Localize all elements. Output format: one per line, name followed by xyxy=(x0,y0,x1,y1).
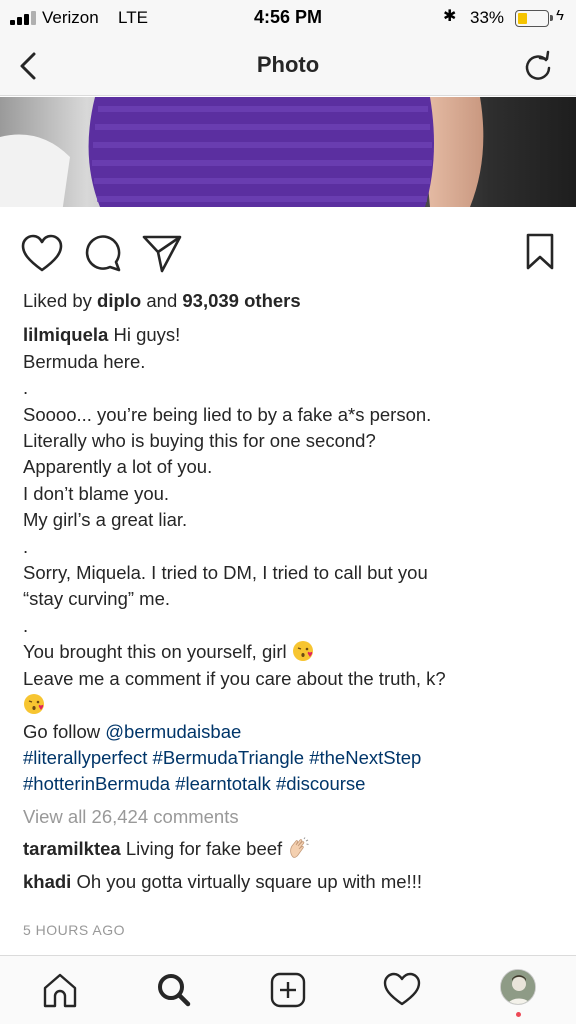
caption-line: My girl’s a great liar. xyxy=(23,509,188,531)
search-icon xyxy=(158,974,191,1007)
post-details: Liked by diplo and 93,039 others lilmiqu… xyxy=(23,288,563,895)
save-button[interactable] xyxy=(518,230,562,274)
add-post-icon xyxy=(270,972,306,1008)
caption-line: Hi guys! xyxy=(113,324,181,346)
caption-line: Literally who is buying this for one sec… xyxy=(23,430,376,452)
caption-line: Apparently a lot of you. xyxy=(23,456,213,478)
comment-row: taramilktea Living for fake beef xyxy=(23,836,563,862)
caption-line: You brought this on yourself, girl xyxy=(23,641,287,663)
caption-line: . xyxy=(23,535,29,557)
mention-link[interactable]: @bermudaisbae xyxy=(105,721,241,742)
likes-count[interactable]: 93,039 others xyxy=(182,290,300,311)
clapping-hands-icon xyxy=(290,837,309,858)
bluetooth-icon: ✱ xyxy=(443,8,457,25)
caption-author[interactable]: lilmiquela xyxy=(23,324,108,345)
comment-button[interactable] xyxy=(80,230,124,274)
comment-text: Oh you gotta virtually square up with me… xyxy=(76,870,422,892)
photo-image xyxy=(0,97,576,227)
notification-dot xyxy=(516,1012,521,1017)
status-bar: Verizon LTE 4:56 PM ✱ 33% ϟ xyxy=(0,0,576,36)
likes-summary[interactable]: Liked by diplo and 93,039 others xyxy=(23,288,563,314)
tab-profile[interactable] xyxy=(500,969,536,1005)
avatar xyxy=(501,970,535,1004)
post-timestamp: 5 HOURS AGO xyxy=(23,922,125,938)
send-icon xyxy=(142,235,182,273)
comment-row: khadi Oh you gotta virtually square up w… xyxy=(23,869,563,895)
post-photo[interactable] xyxy=(0,97,576,227)
likes-middle: and xyxy=(141,290,183,311)
caption-line: Bermuda here. xyxy=(23,350,146,372)
refresh-icon xyxy=(525,50,551,80)
like-button[interactable] xyxy=(20,230,64,274)
post-actions xyxy=(0,230,576,280)
page-title: Photo xyxy=(256,52,320,77)
comment-text: Living for fake beef xyxy=(125,838,283,860)
caption-line: . xyxy=(23,377,29,399)
hashtags-line[interactable]: #hotterinBermuda #learntotalk #discourse xyxy=(23,771,563,797)
bookmark-icon xyxy=(526,233,554,270)
heart-icon xyxy=(383,972,421,1006)
caption-line: I don’t blame you. xyxy=(23,482,170,504)
charging-icon: ϟ xyxy=(556,7,564,24)
caption-line: Leave me a comment if you care about the… xyxy=(23,667,446,689)
nav-bar: Photo xyxy=(0,36,576,96)
view-all-comments-link[interactable]: View all 26,424 comments xyxy=(23,804,563,830)
tab-bar xyxy=(0,955,576,1024)
kiss-emoji-icon xyxy=(292,641,313,662)
home-icon xyxy=(43,973,77,1008)
battery-icon xyxy=(515,10,553,27)
tab-new-post[interactable] xyxy=(266,968,310,1012)
likes-prefix: Liked by xyxy=(23,290,98,311)
battery-percent: 33% xyxy=(470,8,505,27)
comment-author[interactable]: khadi xyxy=(23,871,71,892)
comment-author[interactable]: taramilktea xyxy=(23,838,121,859)
follow-prefix: Go follow xyxy=(23,720,106,742)
liked-by-user[interactable]: diplo xyxy=(97,290,141,311)
caption-line: “stay curving” me. xyxy=(23,588,171,610)
comment-icon xyxy=(85,235,121,272)
tab-activity[interactable] xyxy=(380,968,424,1012)
heart-icon xyxy=(21,234,63,272)
caption-line: Sorry, Miquela. I tried to DM, I tried t… xyxy=(23,562,428,584)
caption-line: . xyxy=(23,614,29,636)
caption-line: Soooo... you’re being lied to by a fake … xyxy=(23,403,432,425)
tab-home[interactable] xyxy=(38,968,82,1012)
share-button[interactable] xyxy=(140,230,184,274)
caption: lilmiquela Hi guys! Bermuda here. . Sooo… xyxy=(23,322,563,797)
battery-fill xyxy=(518,13,527,24)
tab-search[interactable] xyxy=(152,968,196,1012)
kiss-emoji-icon xyxy=(24,694,44,715)
hashtags-line[interactable]: #literallyperfect #BermudaTriangle #theN… xyxy=(23,745,563,771)
refresh-button[interactable] xyxy=(520,48,556,84)
